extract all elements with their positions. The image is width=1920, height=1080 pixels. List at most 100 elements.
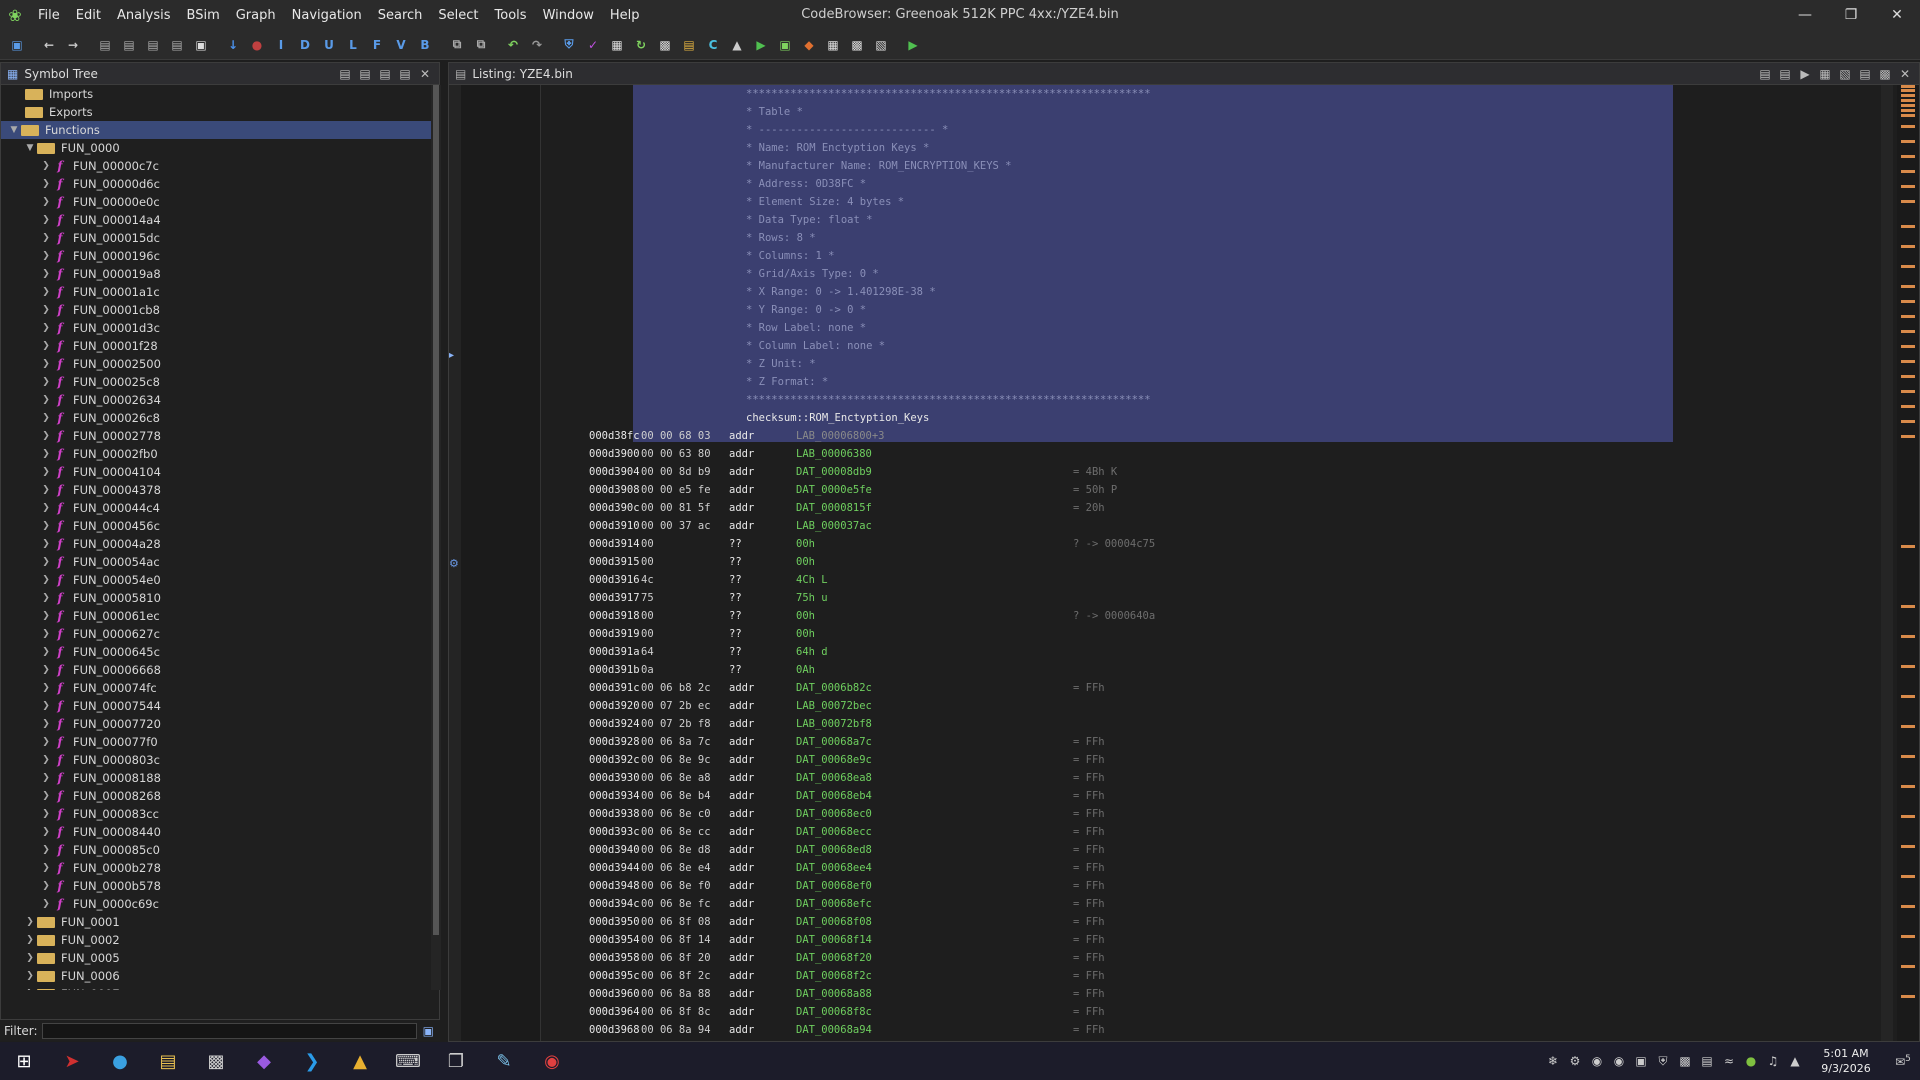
app-tray-icon[interactable]: ⚙ — [1564, 1054, 1586, 1068]
ghidra-taskbar-icon[interactable]: ▲ — [336, 1042, 384, 1080]
code-operand[interactable]: LAB_00006380 — [796, 445, 872, 463]
tree-scrollbar[interactable] — [431, 85, 441, 990]
overview-marker[interactable] — [1901, 330, 1915, 333]
function-item[interactable]: ❯ f FUN_00002500 — [1, 355, 431, 373]
chevron-right-icon[interactable]: ❯ — [39, 715, 53, 733]
function-item[interactable]: ❯ f FUN_00005810 — [1, 589, 431, 607]
nav-doc-icon[interactable]: ▤ — [94, 34, 116, 56]
code-operand[interactable]: 4Ch L — [796, 571, 828, 589]
menu-file[interactable]: File — [30, 8, 68, 23]
code-address[interactable]: 000d3964 — [589, 1003, 640, 1021]
wifi-icon[interactable]: ≈ — [1718, 1054, 1740, 1068]
data-d-icon[interactable]: D — [294, 34, 316, 56]
snapshot-icon[interactable]: ▤ — [395, 65, 415, 83]
menu-navigation[interactable]: Navigation — [284, 8, 370, 23]
function-item[interactable]: ❯ f FUN_00004104 — [1, 463, 431, 481]
chevron-right-icon[interactable]: ❯ — [39, 859, 53, 877]
chevron-right-icon[interactable]: ❯ — [39, 823, 53, 841]
function-item[interactable]: ❯ f FUN_000015dc — [1, 229, 431, 247]
hierarchy-icon[interactable]: ▧ — [870, 34, 892, 56]
overview-marker[interactable] — [1901, 99, 1915, 102]
import-icon[interactable]: ▤ — [335, 65, 355, 83]
code-operand[interactable]: DAT_00068a7c — [796, 733, 872, 751]
field-icon[interactable]: ▧ — [1835, 65, 1855, 83]
code-label[interactable]: checksum::ROM_Enctyption_Keys — [746, 409, 929, 427]
code-operand[interactable]: DAT_00068ed8 — [796, 841, 872, 859]
function-item[interactable]: ❯ f FUN_00004378 — [1, 481, 431, 499]
function-item[interactable]: ❯ f FUN_000014a4 — [1, 211, 431, 229]
code-address[interactable]: 000d3914 — [589, 535, 640, 553]
chevron-right-icon[interactable]: ❯ — [39, 301, 53, 319]
code-operand[interactable]: DAT_00068f08 — [796, 913, 872, 931]
chevron-right-icon[interactable]: ❯ — [39, 751, 53, 769]
nvidia-icon[interactable]: ● — [1740, 1054, 1762, 1068]
function-item[interactable]: ❯ f FUN_000025c8 — [1, 373, 431, 391]
file-explorer-icon[interactable]: ▤ — [144, 1042, 192, 1080]
overview-marker[interactable] — [1901, 200, 1915, 203]
chevron-right-icon[interactable]: ❯ — [39, 445, 53, 463]
code-address[interactable]: 000d3968 — [589, 1021, 640, 1039]
filter-input[interactable] — [41, 1022, 417, 1039]
code-operand[interactable]: DAT_0006b82c — [796, 679, 872, 697]
function-item[interactable]: ❯ f FUN_00008188 — [1, 769, 431, 787]
code-operand[interactable]: 00h — [796, 607, 815, 625]
code-address[interactable]: 000d3950 — [589, 913, 640, 931]
chevron-right-icon[interactable]: ❯ — [39, 229, 53, 247]
overview-marker[interactable] — [1901, 965, 1915, 968]
close-panel-icon[interactable]: ✕ — [415, 65, 435, 83]
undo-icon[interactable]: ↶ — [502, 34, 524, 56]
chevron-right-icon[interactable]: ❯ — [23, 985, 37, 990]
bookmark-b-icon[interactable]: B — [414, 34, 436, 56]
function-item[interactable]: ❯ f FUN_0000196c — [1, 247, 431, 265]
label-l-icon[interactable]: L — [342, 34, 364, 56]
code-operand[interactable]: DAT_00068e9c — [796, 751, 872, 769]
restore-icon[interactable]: ❐ — [1828, 0, 1874, 30]
monitor-icon[interactable]: ▩ — [1674, 1054, 1696, 1068]
code-operand[interactable]: DAT_00068f2c — [796, 967, 872, 985]
tree-node-group[interactable]: ❯ FUN_0002 — [1, 931, 431, 949]
tree-node-exports[interactable]: Exports — [1, 103, 431, 121]
arrow-app-icon[interactable]: ➤ — [48, 1042, 96, 1080]
usb-icon[interactable]: ▤ — [1696, 1054, 1718, 1068]
code-operand[interactable]: DAT_00068f14 — [796, 931, 872, 949]
code-address[interactable]: 000d392c — [589, 751, 640, 769]
export-icon[interactable]: ▤ — [355, 65, 375, 83]
code-operand[interactable]: DAT_00068f20 — [796, 949, 872, 967]
overview-marker[interactable] — [1901, 85, 1915, 88]
code-address[interactable]: 000d395c — [589, 967, 640, 985]
c-icon[interactable]: C — [702, 34, 724, 56]
overview-marker[interactable] — [1901, 785, 1915, 788]
chevron-right-icon[interactable]: ❯ — [39, 499, 53, 517]
code-address[interactable]: 000d3915 — [589, 553, 640, 571]
function-item[interactable]: ❯ f FUN_0000645c — [1, 643, 431, 661]
overview-marker[interactable] — [1901, 140, 1915, 143]
run-script-icon[interactable]: ▶ — [902, 34, 924, 56]
code-operand[interactable]: LAB_00072bf8 — [796, 715, 872, 733]
refresh-icon[interactable]: ↻ — [630, 34, 652, 56]
overview-marker[interactable] — [1901, 170, 1915, 173]
tree-node-group[interactable]: ❯ FUN_0007 — [1, 985, 431, 990]
function-item[interactable]: ❯ f FUN_00001a1c — [1, 283, 431, 301]
tree-node-group-open[interactable]: ▼ FUN_0000 — [1, 139, 431, 157]
navigate-icon[interactable]: ▤ — [375, 65, 395, 83]
function-item[interactable]: ❯ f FUN_00008268 — [1, 787, 431, 805]
image-viewer-icon[interactable]: ▩ — [192, 1042, 240, 1080]
vscode-icon[interactable]: ❯ — [288, 1042, 336, 1080]
overview-bar[interactable] — [1897, 85, 1919, 1041]
function-item[interactable]: ❯ f FUN_0000456c — [1, 517, 431, 535]
code-address[interactable]: 000d3934 — [589, 787, 640, 805]
code-operand[interactable]: 00h — [796, 535, 815, 553]
code-address[interactable]: 000d391c — [589, 679, 640, 697]
nav-doc-icon[interactable]: ▤ — [118, 34, 140, 56]
code-operand[interactable]: 00h — [796, 553, 815, 571]
function-item[interactable]: ❯ f FUN_0000b278 — [1, 859, 431, 877]
code-address[interactable]: 000d3919 — [589, 625, 640, 643]
chevron-right-icon[interactable]: ❯ — [39, 895, 53, 913]
discord-icon[interactable]: ◉ — [1608, 1054, 1630, 1068]
close-panel-icon[interactable]: ✕ — [1895, 65, 1915, 83]
tree-node-imports[interactable]: Imports — [1, 85, 431, 103]
close-icon[interactable]: ✕ — [1874, 0, 1920, 30]
function-item[interactable]: ❯ f FUN_0000803c — [1, 751, 431, 769]
chevron-right-icon[interactable]: ❯ — [39, 553, 53, 571]
listing-scrollbar[interactable] — [1881, 85, 1893, 1041]
